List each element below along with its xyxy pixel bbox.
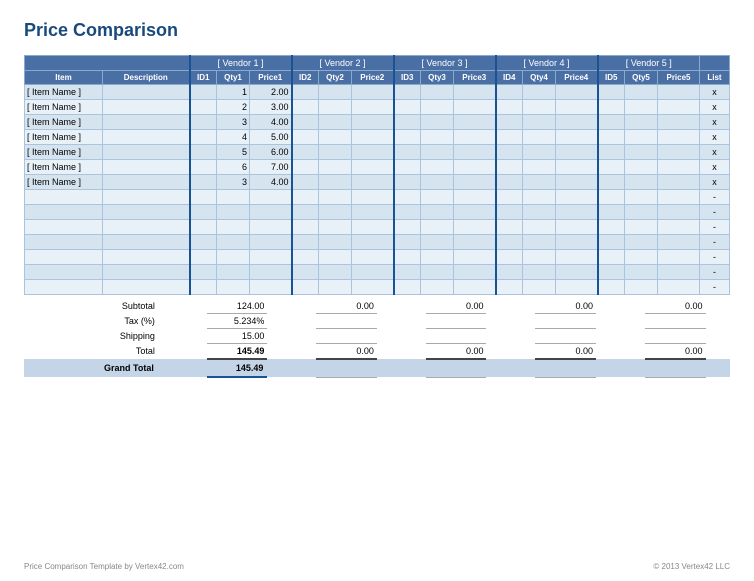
v2-price-header: Price2 <box>352 71 394 85</box>
subtotal-label: Subtotal <box>24 299 158 314</box>
v1-subtotal: 124.00 <box>207 299 268 314</box>
shipping-row: Shipping 15.00 <box>24 329 730 344</box>
list-col-header: List <box>700 71 730 85</box>
footer-left: Price Comparison Template by Vertex42.co… <box>24 562 184 571</box>
table-row: [ Item Name ]56.00x <box>25 145 730 160</box>
vendor-header-row: [ Vendor 1 ] [ Vendor 2 ] [ Vendor 3 ] [… <box>25 56 730 71</box>
v5-price-header: Price5 <box>658 71 700 85</box>
vendor3-header: [ Vendor 3 ] <box>394 56 496 71</box>
v4-id-header: ID4 <box>496 71 523 85</box>
table-row: - <box>25 205 730 220</box>
footer: Price Comparison Template by Vertex42.co… <box>24 562 730 571</box>
tax-label: Tax (%) <box>24 314 158 329</box>
item-col-header: Item <box>25 71 103 85</box>
price-comparison-table: [ Vendor 1 ] [ Vendor 2 ] [ Vendor 3 ] [… <box>24 55 730 295</box>
v4-price-header: Price4 <box>556 71 598 85</box>
total-row: Total 145.49 0.00 0.00 0.00 0.00 <box>24 344 730 360</box>
table-row: - <box>25 190 730 205</box>
vendor4-header: [ Vendor 4 ] <box>496 56 598 71</box>
v5-total: 0.00 <box>645 344 706 360</box>
list-col-header-spacer <box>700 56 730 71</box>
v4-qty-header: Qty4 <box>523 71 556 85</box>
v1-tax: 5.234% <box>207 314 268 329</box>
column-header-row: Item Description ID1 Qty1 Price1 ID2 Qty… <box>25 71 730 85</box>
vendor1-header: [ Vendor 1 ] <box>190 56 292 71</box>
page-title: Price Comparison <box>24 20 730 41</box>
grand-total-row: Grand Total 145.49 <box>24 359 730 377</box>
v4-total: 0.00 <box>535 344 596 360</box>
v5-subtotal: 0.00 <box>645 299 706 314</box>
v3-subtotal: 0.00 <box>426 299 487 314</box>
tax-row: Tax (%) 5.234% <box>24 314 730 329</box>
vendor5-header: [ Vendor 5 ] <box>598 56 700 71</box>
shipping-label: Shipping <box>24 329 158 344</box>
v5-qty-header: Qty5 <box>625 71 658 85</box>
grand-total-value: 145.49 <box>207 359 268 377</box>
v1-total: 145.49 <box>207 344 268 360</box>
v5-id-header: ID5 <box>598 71 625 85</box>
v4-subtotal: 0.00 <box>535 299 596 314</box>
table-row: [ Item Name ]23.00x <box>25 100 730 115</box>
table-row: - <box>25 220 730 235</box>
table-row: [ Item Name ]45.00x <box>25 130 730 145</box>
v1-qty-header: Qty1 <box>217 71 250 85</box>
v2-id-header: ID2 <box>292 71 319 85</box>
grand-total-label: Grand Total <box>24 359 158 377</box>
footer-right: © 2013 Vertex42 LLC <box>653 562 730 571</box>
v1-id-header: ID1 <box>190 71 217 85</box>
v1-price-header: Price1 <box>250 71 292 85</box>
v2-total: 0.00 <box>316 344 377 360</box>
vendor2-header: [ Vendor 2 ] <box>292 56 394 71</box>
v2-qty-header: Qty2 <box>319 71 352 85</box>
v1-shipping: 15.00 <box>207 329 268 344</box>
table-row: - <box>25 265 730 280</box>
v2-subtotal: 0.00 <box>316 299 377 314</box>
v3-price-header: Price3 <box>454 71 496 85</box>
summary-table: Subtotal 124.00 0.00 0.00 0.00 0.00 Tax … <box>24 299 730 378</box>
table-row: - <box>25 235 730 250</box>
total-label: Total <box>24 344 158 360</box>
table-row: [ Item Name ]67.00x <box>25 160 730 175</box>
table-row: - <box>25 280 730 295</box>
page: Price Comparison <box>0 0 754 581</box>
v3-total: 0.00 <box>426 344 487 360</box>
subtotal-row: Subtotal 124.00 0.00 0.00 0.00 0.00 <box>24 299 730 314</box>
table-row: [ Item Name ]12.00x <box>25 85 730 100</box>
table-row: [ Item Name ]34.00x <box>25 115 730 130</box>
table-row: - <box>25 250 730 265</box>
table-row: [ Item Name ]34.00x <box>25 175 730 190</box>
v3-qty-header: Qty3 <box>421 71 454 85</box>
v3-id-header: ID3 <box>394 71 421 85</box>
desc-col-header: Description <box>103 71 190 85</box>
